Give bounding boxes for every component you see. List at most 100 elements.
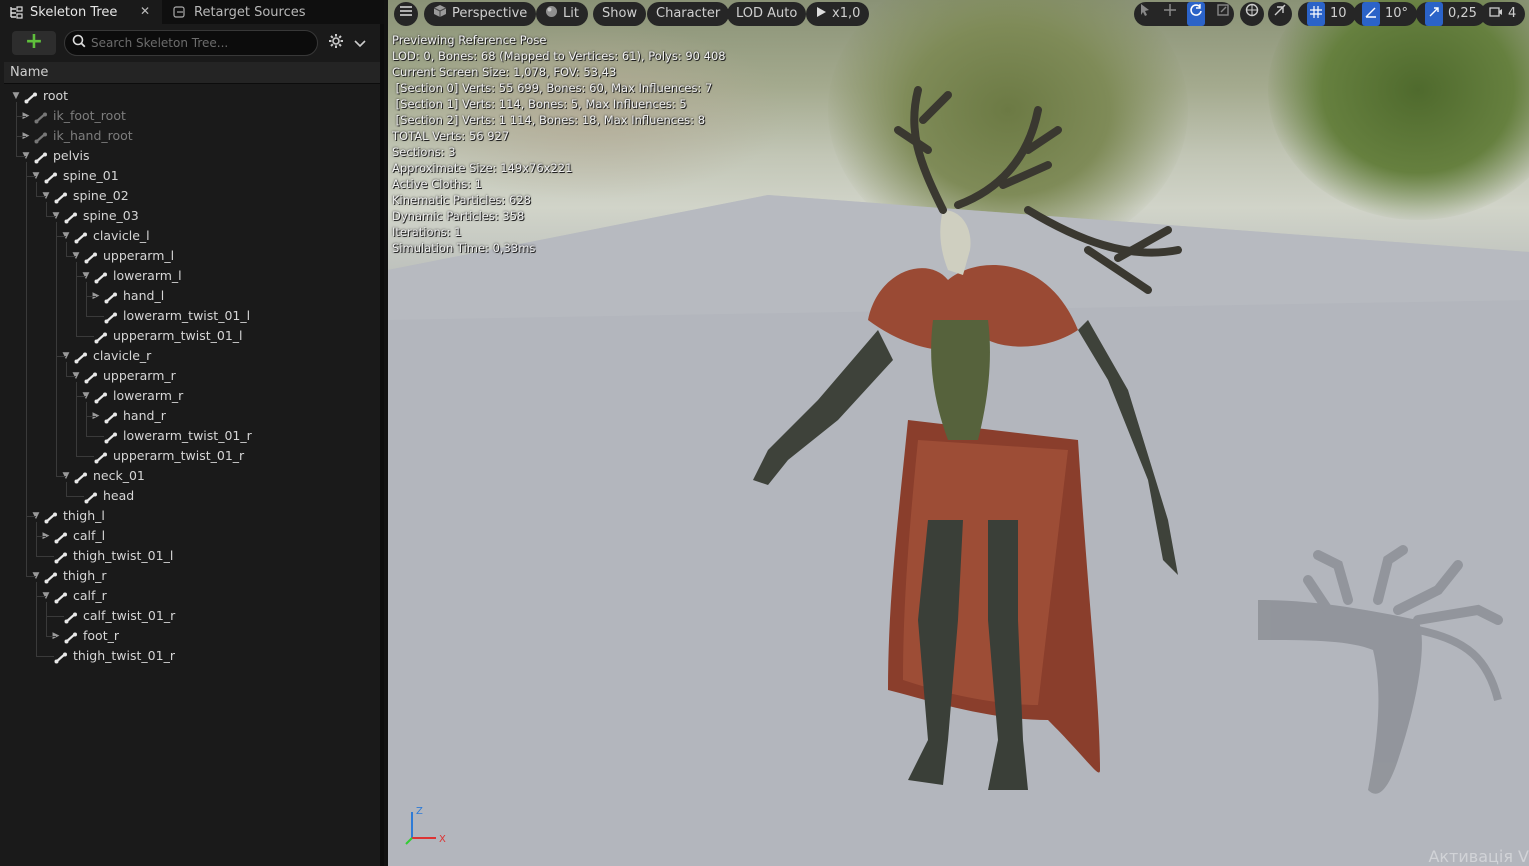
tree-guide-line (86, 282, 87, 316)
tree-guide-branch (56, 476, 66, 477)
bone-icon (54, 590, 68, 604)
tree-row-upperarm_l[interactable]: ▼ upperarm_l (4, 246, 380, 266)
select-icon[interactable] (1138, 2, 1152, 26)
sphere-icon (545, 2, 558, 26)
axis-x-label: X (439, 834, 446, 845)
tab-skeleton-tree[interactable]: Skeleton Tree ✕ (0, 0, 162, 24)
stats-line: [Section 0] Verts: 55 699, Bones: 60, Ma… (392, 81, 713, 95)
tree-row-head[interactable]: head (4, 486, 380, 506)
bone-label: hand_l (123, 288, 165, 303)
tree-guide-branch (76, 336, 94, 337)
bone-icon (94, 270, 108, 284)
tree-row-spine_02[interactable]: ▼ spine_02 (4, 186, 380, 206)
tree-row-thigh_twist_01_l[interactable]: thigh_twist_01_l (4, 546, 380, 566)
lod-label: LOD Auto (736, 6, 798, 21)
bone-icon (44, 570, 58, 584)
search-icon (72, 34, 86, 52)
stats-line: Simulation Time: 0,33ms (392, 241, 536, 255)
bone-label: thigh_twist_01_r (73, 648, 175, 663)
add-socket-button[interactable]: + (12, 31, 56, 55)
bone-icon (24, 90, 38, 104)
stats-line: Dynamic Particles: 358 (392, 209, 525, 223)
bone-label: lowerarm_l (113, 268, 182, 283)
scale-snap-button[interactable]: 0,25 (1416, 2, 1486, 26)
scale-snap-icon (1425, 2, 1443, 26)
stats-line: TOTAL Verts: 56 927 (392, 129, 510, 143)
tree-row-calf_l[interactable]: ▶ calf_l (4, 526, 380, 546)
tree-row-thigh_r[interactable]: ▼ thigh_r (4, 566, 380, 586)
bone-icon (64, 630, 78, 644)
tree-row-root[interactable]: ▼ root (4, 86, 380, 106)
tree-row-spine_01[interactable]: ▼ spine_01 (4, 166, 380, 186)
lod-button[interactable]: LOD Auto (727, 2, 807, 26)
search-input[interactable] (91, 34, 311, 52)
close-icon[interactable]: ✕ (140, 4, 150, 18)
tree-guide-branch (66, 496, 84, 497)
viewport[interactable]: Perspective Lit Show Character LOD Auto … (388, 0, 1529, 866)
bone-label: upperarm_twist_01_l (113, 328, 243, 343)
scale-icon[interactable] (1216, 2, 1230, 26)
tree-guide-branch (16, 156, 26, 157)
camera-icon (1489, 2, 1503, 26)
tree-guide-line (76, 382, 77, 456)
tree-guide-line (76, 262, 77, 336)
rotation-snap-button[interactable]: 10° (1353, 2, 1418, 26)
tree-guide-line (86, 402, 87, 436)
tab-label: Retarget Sources (194, 4, 306, 20)
playback-speed-button[interactable]: x1,0 (806, 2, 870, 26)
rotate-icon[interactable] (1187, 2, 1206, 26)
show-button[interactable]: Show (593, 2, 647, 26)
tree-row-lowerarm_r[interactable]: ▼ lowerarm_r (4, 386, 380, 406)
stats-line: Approximate Size: 149x76x221 (392, 161, 573, 175)
bone-icon (84, 490, 98, 504)
tree-row-lowerarm_twist_01_r[interactable]: lowerarm_twist_01_r (4, 426, 380, 446)
character-button[interactable]: Character (647, 2, 730, 26)
tree-row-lowerarm_l[interactable]: ▼ lowerarm_l (4, 266, 380, 286)
bone-label: hand_r (123, 408, 166, 423)
stats-line: Current Screen Size: 1,078, FOV: 53,43 (392, 65, 617, 79)
bone-icon (104, 290, 118, 304)
tree-row-upperarm_twist_01_l[interactable]: upperarm_twist_01_l (4, 326, 380, 346)
tree-row-foot_r[interactable]: ▶ foot_r (4, 626, 380, 646)
tree-guide-branch (36, 536, 46, 537)
bone-icon (74, 470, 88, 484)
grid-snap-button[interactable]: 10 (1298, 2, 1356, 26)
bone-label: thigh_r (63, 568, 107, 583)
column-header-name[interactable]: Name (4, 62, 380, 84)
tree-row-pelvis[interactable]: ▼ pelvis (4, 146, 380, 166)
bone-icon (84, 250, 98, 264)
scale-snap-value: 0,25 (1448, 6, 1477, 21)
bone-icon (84, 370, 98, 384)
coordinate-system-button[interactable] (1240, 2, 1264, 26)
tree-row-thigh_twist_01_r[interactable]: thigh_twist_01_r (4, 646, 380, 666)
viewport-options-button[interactable] (394, 2, 418, 26)
lit-button[interactable]: Lit (536, 2, 588, 26)
tree-row-hand_r[interactable]: ▶ hand_r (4, 406, 380, 426)
viewport-stats-overlay: Previewing Reference Pose LOD: 0, Bones: … (392, 32, 726, 256)
surface-snap-button[interactable] (1268, 2, 1292, 26)
tree-row-spine_03[interactable]: ▼ spine_03 (4, 206, 380, 226)
tree-guide-line (46, 202, 47, 216)
camera-speed-button[interactable]: 4 (1480, 2, 1526, 26)
tree-row-lowerarm_twist_01_l[interactable]: lowerarm_twist_01_l (4, 306, 380, 326)
cube-icon (433, 2, 447, 26)
perspective-button[interactable]: Perspective (424, 2, 537, 26)
tree-guide-line (16, 102, 17, 156)
tree-guide-branch (26, 516, 36, 517)
tree-row-thigh_l[interactable]: ▼ thigh_l (4, 506, 380, 526)
tree-row-upperarm_r[interactable]: ▼ upperarm_r (4, 366, 380, 386)
tree-row-ik_hand_root[interactable]: ▶ ik_hand_root (4, 126, 380, 146)
tree-guide-branch (76, 276, 86, 277)
tree-row-hand_l[interactable]: ▶ hand_l (4, 286, 380, 306)
tab-retarget-sources[interactable]: Retarget Sources (166, 0, 366, 24)
bone-icon (64, 210, 78, 224)
bone-icon (94, 330, 108, 344)
hamburger-icon (399, 2, 413, 26)
tree-row-calf_r[interactable]: ▼ calf_r (4, 586, 380, 606)
grid-snap-value: 10 (1330, 6, 1347, 21)
translate-icon[interactable] (1163, 2, 1177, 26)
tree-row-upperarm_twist_01_r[interactable]: upperarm_twist_01_r (4, 446, 380, 466)
settings-dropdown-button[interactable] (328, 32, 366, 54)
bone-label: head (103, 488, 135, 503)
tree-row-ik_foot_root[interactable]: ▶ ik_foot_root (4, 106, 380, 126)
